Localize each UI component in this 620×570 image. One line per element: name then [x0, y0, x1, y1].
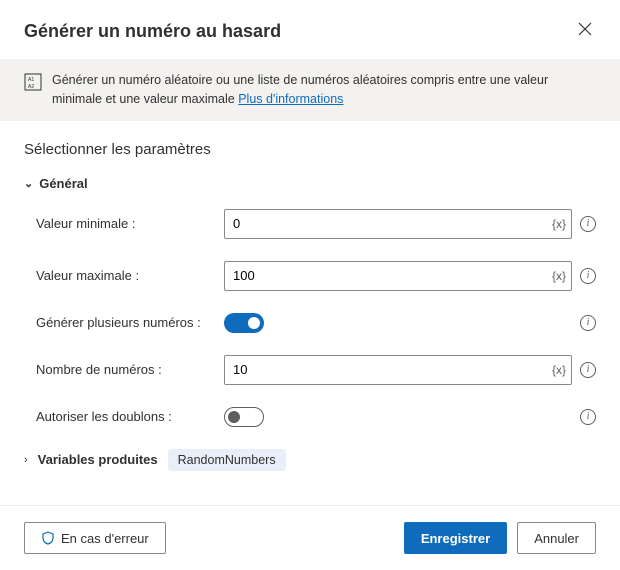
on-error-label: En cas d'erreur	[61, 531, 149, 546]
info-icon[interactable]: i	[580, 409, 596, 425]
dupes-toggle[interactable]	[224, 407, 264, 427]
dialog-body: Sélectionner les paramètres ⌄ Général Va…	[0, 121, 620, 506]
info-banner-text: Générer un numéro aléatoire ou une liste…	[52, 71, 596, 109]
count-input[interactable]	[224, 355, 572, 385]
chevron-right-icon[interactable]: ›	[24, 454, 28, 466]
shield-icon	[41, 531, 55, 545]
dialog-footer: En cas d'erreur Enregistrer Annuler	[0, 505, 620, 570]
info-icon[interactable]: i	[580, 315, 596, 331]
min-label: Valeur minimale :	[36, 216, 224, 231]
info-icon[interactable]: i	[580, 216, 596, 232]
info-banner: A1A2 Générer un numéro aléatoire ou une …	[0, 59, 620, 121]
variables-label[interactable]: Variables produites	[38, 452, 158, 467]
field-dupes: Autoriser les doublons : i	[24, 407, 596, 427]
min-input[interactable]	[224, 209, 572, 239]
field-multi: Générer plusieurs numéros : i	[24, 313, 596, 333]
variable-badge[interactable]: RandomNumbers	[168, 449, 286, 471]
field-count: Nombre de numéros : {x} i	[24, 355, 596, 385]
general-section-header[interactable]: ⌄ Général	[24, 176, 596, 191]
on-error-button[interactable]: En cas d'erreur	[24, 522, 166, 554]
variables-produced-row: › Variables produites RandomNumbers	[24, 449, 596, 471]
svg-text:A1: A1	[28, 77, 34, 83]
close-icon	[578, 22, 592, 36]
dialog: Générer un numéro au hasard A1A2 Générer…	[0, 0, 620, 570]
max-input[interactable]	[224, 261, 572, 291]
general-label: Général	[39, 176, 87, 191]
count-label: Nombre de numéros :	[36, 362, 224, 377]
dialog-title: Générer un numéro au hasard	[24, 21, 281, 42]
dupes-label: Autoriser les doublons :	[36, 409, 224, 424]
section-title: Sélectionner les paramètres	[24, 141, 596, 158]
chevron-down-icon: ⌄	[24, 177, 33, 190]
info-icon[interactable]: i	[580, 268, 596, 284]
multi-toggle[interactable]	[224, 313, 264, 333]
max-label: Valeur maximale :	[36, 268, 224, 283]
more-info-link[interactable]: Plus d'informations	[238, 92, 343, 106]
dialog-header: Générer un numéro au hasard	[0, 0, 620, 59]
variable-picker-icon[interactable]: {x}	[552, 217, 566, 231]
info-banner-icon: A1A2	[24, 73, 42, 97]
cancel-button[interactable]: Annuler	[517, 522, 596, 554]
field-min: Valeur minimale : {x} i	[24, 209, 596, 239]
variable-picker-icon[interactable]: {x}	[552, 269, 566, 283]
svg-text:A2: A2	[28, 84, 34, 90]
close-button[interactable]	[574, 18, 596, 45]
variable-picker-icon[interactable]: {x}	[552, 363, 566, 377]
save-button[interactable]: Enregistrer	[404, 522, 507, 554]
info-icon[interactable]: i	[580, 362, 596, 378]
multi-label: Générer plusieurs numéros :	[36, 315, 224, 330]
field-max: Valeur maximale : {x} i	[24, 261, 596, 291]
